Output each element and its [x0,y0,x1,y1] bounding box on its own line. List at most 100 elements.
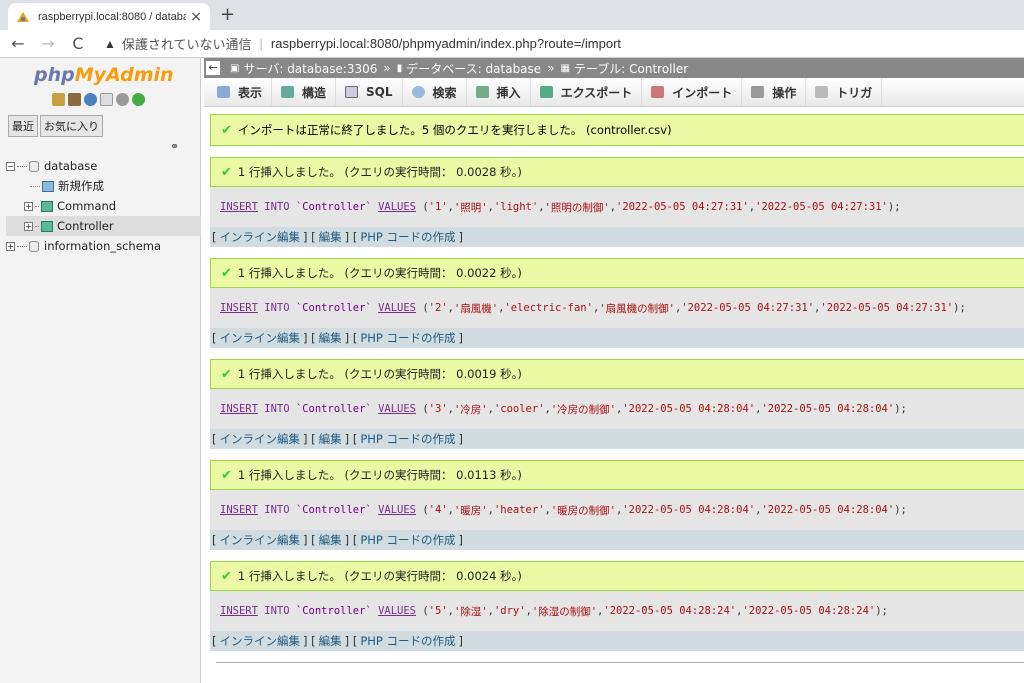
new-tab-button[interactable]: + [220,4,235,25]
sql-keyword-insert[interactable]: INSERT [220,605,258,617]
sql-keyword-values[interactable]: VALUES [378,403,416,415]
breadcrumb-server-label[interactable]: サーバ: database:3306 [243,60,377,77]
tree-connector [35,205,39,207]
breadcrumb-database[interactable]: ▮ データベース: database [397,60,541,77]
result-message: ✔ 1 行挿入しました。 (クエリの実行時間： 0.0028 秒。) [210,157,1024,187]
tree-item-database[interactable]: − database [6,156,201,176]
tab-operations[interactable]: 操作 [742,78,807,106]
tree-item-controller[interactable]: + Controller [6,216,201,236]
tree-item-new[interactable]: 新規作成 [6,176,201,196]
tree-item-command[interactable]: + Command [6,196,201,216]
php-code-link[interactable]: PHP コードの作成 [360,229,455,245]
breadcrumb-table[interactable]: ▦ テーブル: Controller [561,60,689,77]
reload-button[interactable]: C [66,34,90,53]
edit-link[interactable]: 編集 [319,431,342,447]
sql-keyword-insert[interactable]: INSERT [220,302,258,314]
success-check-icon: ✔ [221,164,232,180]
edit-link[interactable]: 編集 [319,330,342,346]
tree-label-information-schema[interactable]: information_schema [44,239,161,253]
sql-value-code: 'heater' [493,504,545,516]
tab-browse-label[interactable]: 表示 [238,84,262,101]
reload-navigation-icon[interactable] [132,93,145,106]
inline-edit-link[interactable]: インライン編集 [220,532,301,548]
url-field[interactable]: ▲ 保護されていない通信 | raspberrypi.local:8080/ph… [104,34,621,53]
edit-link[interactable]: 編集 [319,532,342,548]
inline-edit-link[interactable]: インライン編集 [220,330,301,346]
sql-keyword-values[interactable]: VALUES [378,201,416,213]
collapse-icon[interactable]: − [6,161,15,171]
tree-label-new[interactable]: 新規作成 [58,178,104,194]
warning-icon[interactable]: ▲ [104,37,116,51]
phpmyadmin-logo[interactable]: phpMyAdmin [34,64,174,86]
forward-button[interactable]: → [36,34,60,53]
tab-structure[interactable]: 構造 [272,78,337,106]
breadcrumb-database-label[interactable]: データベース: database [406,60,541,77]
gear-icon[interactable] [116,93,129,106]
tab-search-label[interactable]: 検索 [433,84,457,101]
tab-operations-label[interactable]: 操作 [772,84,796,101]
expand-icon[interactable]: + [24,201,33,211]
tab-insert-label[interactable]: 挿入 [497,84,521,101]
sql-keyword-values[interactable]: VALUES [378,302,416,314]
tree-item-information-schema[interactable]: + information_schema [6,236,201,256]
insert-icon [475,86,489,98]
php-code-link[interactable]: PHP コードの作成 [360,633,455,649]
tab-structure-label[interactable]: 構造 [302,84,326,101]
tab-browse[interactable]: 表示 [208,78,273,106]
result-message: ✔ 1 行挿入しました。 (クエリの実行時間： 0.0024 秒。) [210,561,1024,591]
browser-tab[interactable]: raspberrypi.local:8080 / database × [8,3,210,30]
tab-export[interactable]: エクスポート [531,78,643,106]
sql-links: [インライン編集] [編集] [PHP コードの作成] [210,227,1024,247]
inline-edit-link[interactable]: インライン編集 [220,431,301,447]
tab-search[interactable]: 検索 [403,78,467,106]
breadcrumb-table-label[interactable]: テーブル: Controller [574,60,688,77]
tab-triggers[interactable]: トリガ [806,78,883,106]
expand-icon[interactable]: + [24,221,33,231]
sql-keyword-into: INTO [264,302,290,314]
php-code-link[interactable]: PHP コードの作成 [360,431,455,447]
docs-icon[interactable] [100,93,113,106]
tree-label-command[interactable]: Command [57,199,116,213]
tab-triggers-label[interactable]: トリガ [836,84,872,101]
tab-import-label[interactable]: インポート [672,84,732,101]
help-icon[interactable] [84,93,97,106]
collapse-panel-icon[interactable]: ← [206,61,220,75]
sql-keyword-into: INTO [264,403,290,415]
url-text[interactable]: raspberrypi.local:8080/phpmyadmin/index.… [271,36,621,51]
back-button[interactable]: ← [6,34,30,53]
logo-php-text: php [34,64,75,86]
sql-value-updated: '2022-05-05 04:27:31' [820,302,954,314]
logout-icon[interactable] [68,93,81,106]
php-code-link[interactable]: PHP コードの作成 [360,532,455,548]
tree-label-controller[interactable]: Controller [57,219,114,233]
tab-export-label[interactable]: エクスポート [561,84,633,101]
inline-edit-link[interactable]: インライン編集 [220,229,301,245]
link-icon[interactable]: ⚭ [170,140,179,153]
edit-link[interactable]: 編集 [319,229,342,245]
sql-value-created: '2022-05-05 04:27:31' [616,201,749,213]
tab-close-icon[interactable]: × [190,9,202,25]
logo-myadmin-text: MyAdmin [74,64,174,86]
inline-edit-link[interactable]: インライン編集 [220,633,301,649]
tab-sql[interactable]: SQL [336,78,403,106]
expand-icon[interactable]: + [6,241,15,251]
sql-keyword-insert[interactable]: INSERT [220,403,258,415]
breadcrumb-server[interactable]: ▣ サーバ: database:3306 [230,60,377,77]
tab-insert[interactable]: 挿入 [467,78,531,106]
tab-import[interactable]: インポート [642,78,743,106]
tab-recent[interactable]: 最近 [8,115,38,137]
table-icon [41,200,53,212]
tree-label-database[interactable]: database [44,159,97,173]
php-code-link[interactable]: PHP コードの作成 [360,330,455,346]
sql-keyword-insert[interactable]: INSERT [220,201,258,213]
sql-keyword-values[interactable]: VALUES [378,605,416,617]
sql-keyword-insert[interactable]: INSERT [220,504,258,516]
sql-keyword-values[interactable]: VALUES [378,504,416,516]
tab-favorites[interactable]: お気に入り [40,115,103,137]
export-icon [539,86,553,98]
tab-sql-label[interactable]: SQL [366,85,393,99]
import-success-text: インポートは正常に終了しました。5 個のクエリを実行しました。 (control… [237,123,672,137]
edit-link[interactable]: 編集 [319,633,342,649]
insecure-label[interactable]: 保護されていない通信 [122,34,252,53]
home-icon[interactable] [52,93,65,106]
